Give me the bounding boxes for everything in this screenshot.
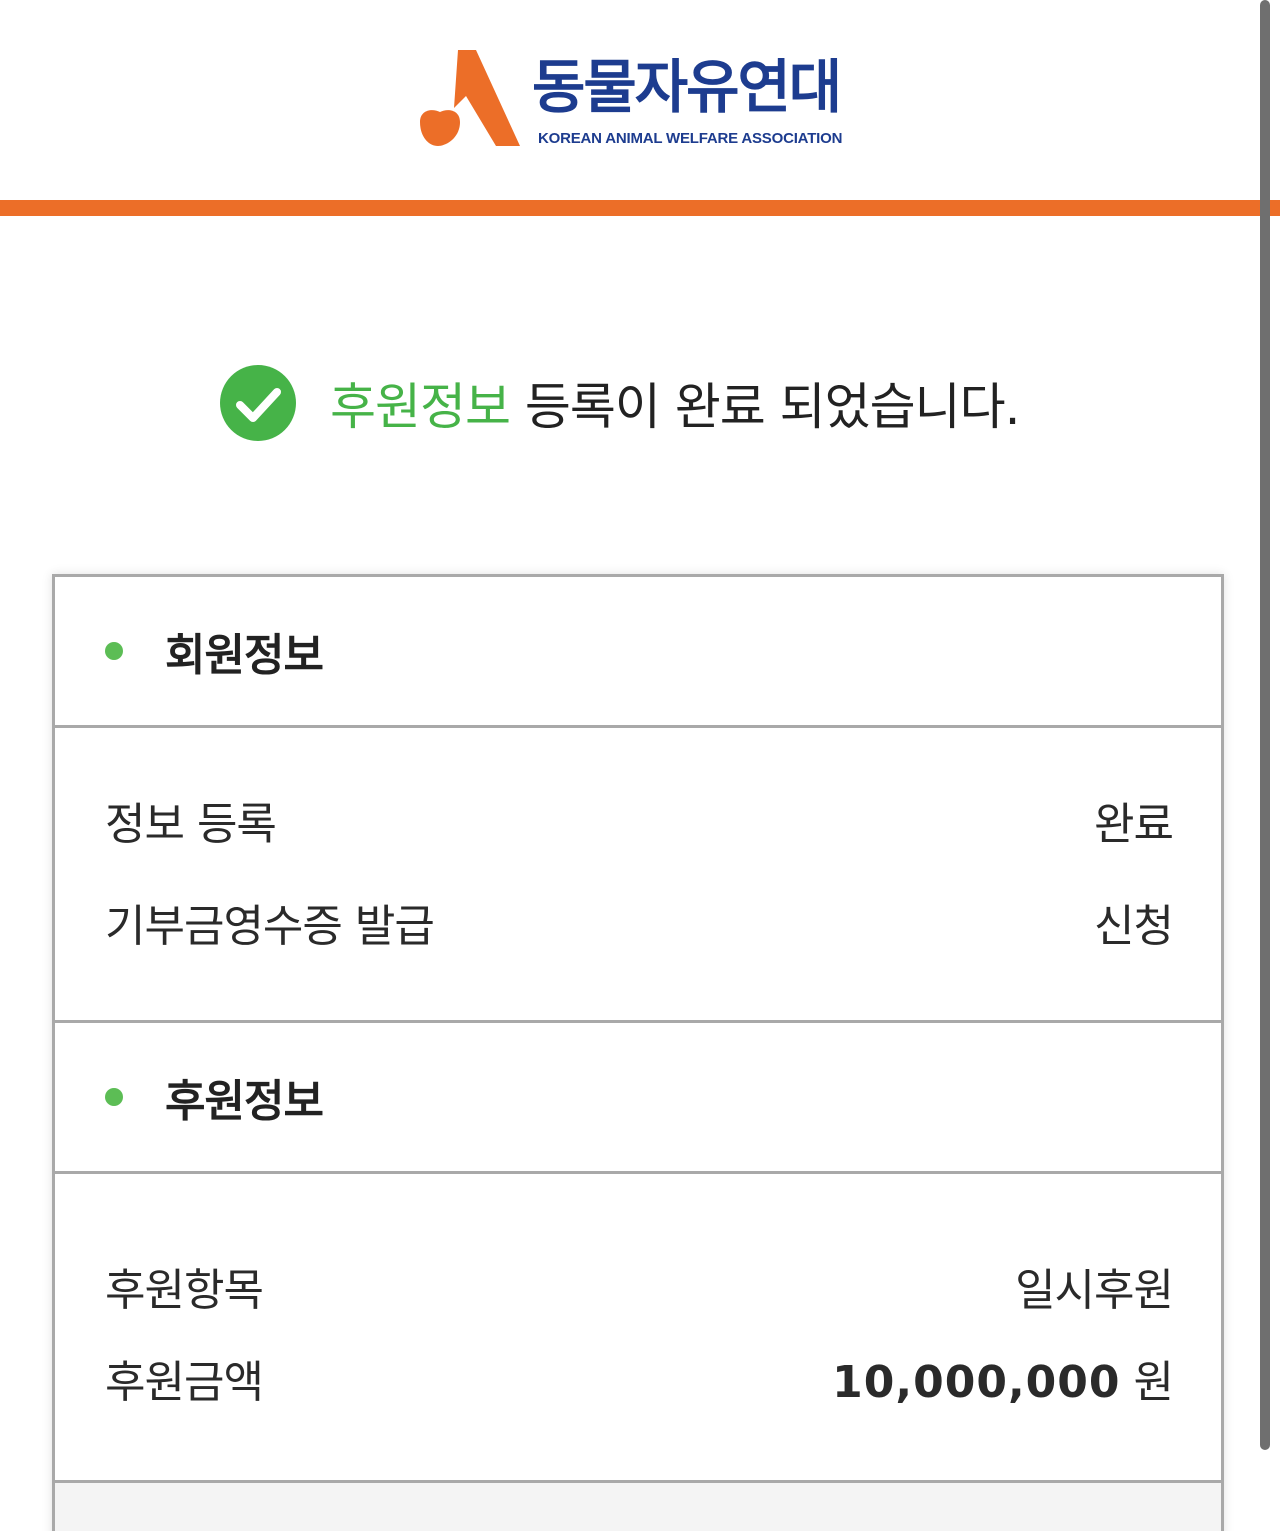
scrollbar[interactable] [1260,0,1270,1450]
bullet-dot-icon [105,1088,123,1106]
member-section-header: 회원정보 [55,577,1221,728]
page: 동물자유연대 KOREAN ANIMAL WELFARE ASSOCIATION… [0,0,1280,1531]
row-value: 일시후원 [1015,1265,1174,1316]
row-value: 완료 [1094,799,1174,850]
row-label: 후원항목 [105,1265,264,1316]
brand-logo[interactable]: 동물자유연대 KOREAN ANIMAL WELFARE ASSOCIATION [416,46,876,156]
completion-text: 후원정보 등록이 완료 되었습니다. [330,367,1021,439]
amount-unit: 원 [1120,1357,1174,1408]
amount-number: 10,000,000 [832,1357,1121,1408]
completion-highlight: 후원정보 [330,378,511,436]
support-section-header: 후원정보 [55,1023,1221,1174]
completion-message-text: 등록이 완료 되었습니다. [510,378,1021,436]
support-section-body: 후원항목 일시후원 후원금액 10,000,000 원 [55,1174,1221,1483]
header-divider [0,200,1280,216]
row-value: 신청 [1094,901,1174,952]
receipt-issue-row: 기부금영수증 발급 신청 [105,892,1174,952]
check-circle-icon [220,365,296,441]
info-registration-row: 정보 등록 완료 [105,790,1174,850]
completion-message: 후원정보 등록이 완료 되었습니다. [218,362,1021,444]
row-label: 후원금액 [105,1357,264,1408]
support-section-title: 후원정보 [165,1076,324,1127]
brand-logo-mark-icon [420,50,520,146]
support-amount-row: 후원금액 10,000,000 원 [105,1346,1174,1410]
next-section-area [55,1483,1221,1531]
amount-value: 10,000,000 원 [832,1346,1174,1410]
brand-name-english: KOREAN ANIMAL WELFARE ASSOCIATION [538,130,843,147]
header: 동물자유연대 KOREAN ANIMAL WELFARE ASSOCIATION [0,0,1280,200]
member-section-title: 회원정보 [165,630,324,681]
row-label: 기부금영수증 발급 [105,901,435,952]
brand-name-korean: 동물자유연대 [532,53,842,121]
member-section-body: 정보 등록 완료 기부금영수증 발급 신청 [55,728,1221,1023]
row-label: 정보 등록 [105,799,277,850]
summary-card: 회원정보 정보 등록 완료 기부금영수증 발급 신청 후원정보 후원항목 일시후… [52,574,1224,1531]
bullet-dot-icon [105,642,123,660]
support-item-row: 후원항목 일시후원 [105,1256,1174,1316]
